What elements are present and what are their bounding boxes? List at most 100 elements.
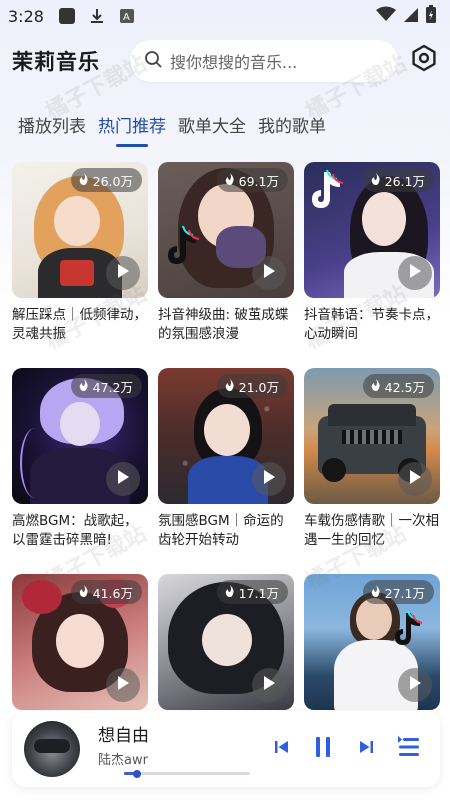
playlist-cover[interactable]: 41.6万 <box>12 574 148 710</box>
playlist-card[interactable]: 42.5万 车载伤感情歌｜一次相遇一生的回忆 <box>304 368 440 550</box>
search-icon <box>144 50 162 72</box>
battery-icon <box>426 5 436 27</box>
play-icon <box>262 469 276 489</box>
download-icon <box>88 7 106 25</box>
tab-playlist-collection[interactable]: 歌单大全 <box>178 112 246 145</box>
playlist-title[interactable]: 车载伤感情歌｜一次相遇一生的回忆 <box>304 512 440 550</box>
play-button[interactable] <box>252 462 286 496</box>
playlist-cover[interactable]: 69.1万 <box>158 162 294 298</box>
play-icon <box>408 675 422 695</box>
search-bar[interactable]: 搜你想搜的音乐... <box>130 40 398 82</box>
play-count-badge: 27.1万 <box>362 580 434 604</box>
play-icon <box>262 675 276 695</box>
settings-button[interactable] <box>408 44 440 76</box>
fire-icon <box>371 172 381 188</box>
play-button[interactable] <box>106 462 140 496</box>
pause-button[interactable] <box>310 735 336 763</box>
play-count: 21.0万 <box>238 379 279 395</box>
playlist-title[interactable]: 高燃BGM：战歌起，以雷霆击碎黑暗! <box>12 512 148 550</box>
fire-icon <box>225 378 235 394</box>
play-icon <box>116 263 130 283</box>
search-input[interactable]: 搜你想搜的音乐... <box>170 49 297 73</box>
playlist-card[interactable]: 21.0万 氛围感BGM｜命运的齿轮开始转动 <box>158 368 294 550</box>
play-count: 69.1万 <box>238 173 279 189</box>
font-app-icon: A <box>118 7 136 25</box>
play-count: 47.2万 <box>92 379 133 395</box>
progress-bar[interactable] <box>124 769 250 778</box>
play-count: 42.5万 <box>384 379 425 395</box>
playlist-cover[interactable]: 17.1万 <box>158 574 294 710</box>
pause-icon <box>314 736 332 762</box>
fire-icon <box>225 584 235 600</box>
playlist-title[interactable]: 抖音神级曲: 破茧成蝶的氛围感浪漫 <box>158 306 294 344</box>
play-count-badge: 17.1万 <box>216 580 288 604</box>
status-bar: 3:28 A <box>0 0 450 32</box>
now-playing-artist: 陆杰awr <box>98 753 148 768</box>
playlist-card[interactable]: 26.1万 抖音韩语：节奏卡点，心动瞬间 <box>304 162 440 344</box>
tab-playlist[interactable]: 播放列表 <box>18 112 86 145</box>
playlist-title[interactable]: 氛围感BGM｜命运的齿轮开始转动 <box>158 512 294 550</box>
playlist-cover[interactable]: 26.0万 <box>12 162 148 298</box>
play-button[interactable] <box>398 462 432 496</box>
tiktok-logo-icon <box>308 168 348 216</box>
playlist-cover[interactable]: 27.1万 <box>304 574 440 710</box>
play-count-badge: 21.0万 <box>216 374 288 398</box>
play-button[interactable] <box>398 668 432 702</box>
tab-my-playlists[interactable]: 我的歌单 <box>258 112 326 145</box>
fire-icon <box>79 378 89 394</box>
play-count-badge: 26.1万 <box>362 168 434 192</box>
play-count: 27.1万 <box>384 585 425 601</box>
settings-icon <box>410 44 438 76</box>
tab-hot-recommend[interactable]: 热门推荐 <box>98 112 166 145</box>
previous-button[interactable] <box>270 735 294 763</box>
app-title: 茉莉音乐 <box>12 50 100 74</box>
play-icon <box>116 675 130 695</box>
playlist-cover[interactable]: 21.0万 <box>158 368 294 504</box>
play-count-badge: 47.2万 <box>70 374 142 398</box>
signal-icon <box>404 6 418 26</box>
svg-text:A: A <box>123 12 130 23</box>
play-count: 26.0万 <box>92 173 133 189</box>
now-playing-title: 想自由 <box>98 726 149 746</box>
play-button[interactable] <box>106 256 140 290</box>
play-count-badge: 69.1万 <box>216 168 288 192</box>
app-notification-icon <box>58 7 76 25</box>
play-count: 41.6万 <box>92 585 133 601</box>
tiktok-logo-icon <box>392 610 426 652</box>
play-icon <box>116 469 130 489</box>
play-button[interactable] <box>106 668 140 702</box>
play-button[interactable] <box>398 256 432 290</box>
play-count: 17.1万 <box>238 585 279 601</box>
mini-player[interactable]: 想自由 陆杰awr <box>12 711 440 787</box>
playlist-cover[interactable]: 42.5万 <box>304 368 440 504</box>
play-count-badge: 26.0万 <box>70 168 142 192</box>
playlist-card[interactable]: 47.2万 高燃BGM：战歌起，以雷霆击碎黑暗! <box>12 368 148 550</box>
tiktok-logo-icon <box>164 224 204 272</box>
next-button[interactable] <box>354 735 378 763</box>
play-icon <box>408 469 422 489</box>
play-icon <box>408 263 422 283</box>
playlist-queue-button[interactable] <box>394 735 424 763</box>
queue-list-icon <box>397 735 421 763</box>
play-button[interactable] <box>252 668 286 702</box>
playlist-cover[interactable]: 26.1万 <box>304 162 440 298</box>
skip-previous-icon <box>274 739 290 759</box>
playlist-grid: 26.0万 解压踩点｜低频律动，灵魂共振 69.1万 抖音神级曲: 破茧成蝶的氛… <box>12 162 440 756</box>
playlist-title[interactable]: 解压踩点｜低频律动，灵魂共振 <box>12 306 148 344</box>
play-count-badge: 41.6万 <box>70 580 142 604</box>
playlist-cover[interactable]: 47.2万 <box>12 368 148 504</box>
skip-next-icon <box>358 739 374 759</box>
progress-handle[interactable] <box>132 769 141 778</box>
play-icon <box>262 263 276 283</box>
playlist-card[interactable]: 69.1万 抖音神级曲: 破茧成蝶的氛围感浪漫 <box>158 162 294 344</box>
fire-icon <box>371 378 381 394</box>
playlist-title[interactable]: 抖音韩语：节奏卡点，心动瞬间 <box>304 306 440 344</box>
fire-icon <box>371 584 381 600</box>
play-count: 26.1万 <box>384 173 425 189</box>
play-button[interactable] <box>252 256 286 290</box>
status-time: 3:28 <box>8 6 44 26</box>
album-art[interactable] <box>24 721 80 777</box>
fire-icon <box>225 172 235 188</box>
playlist-card[interactable]: 26.0万 解压踩点｜低频律动，灵魂共振 <box>12 162 148 344</box>
play-count-badge: 42.5万 <box>362 374 434 398</box>
